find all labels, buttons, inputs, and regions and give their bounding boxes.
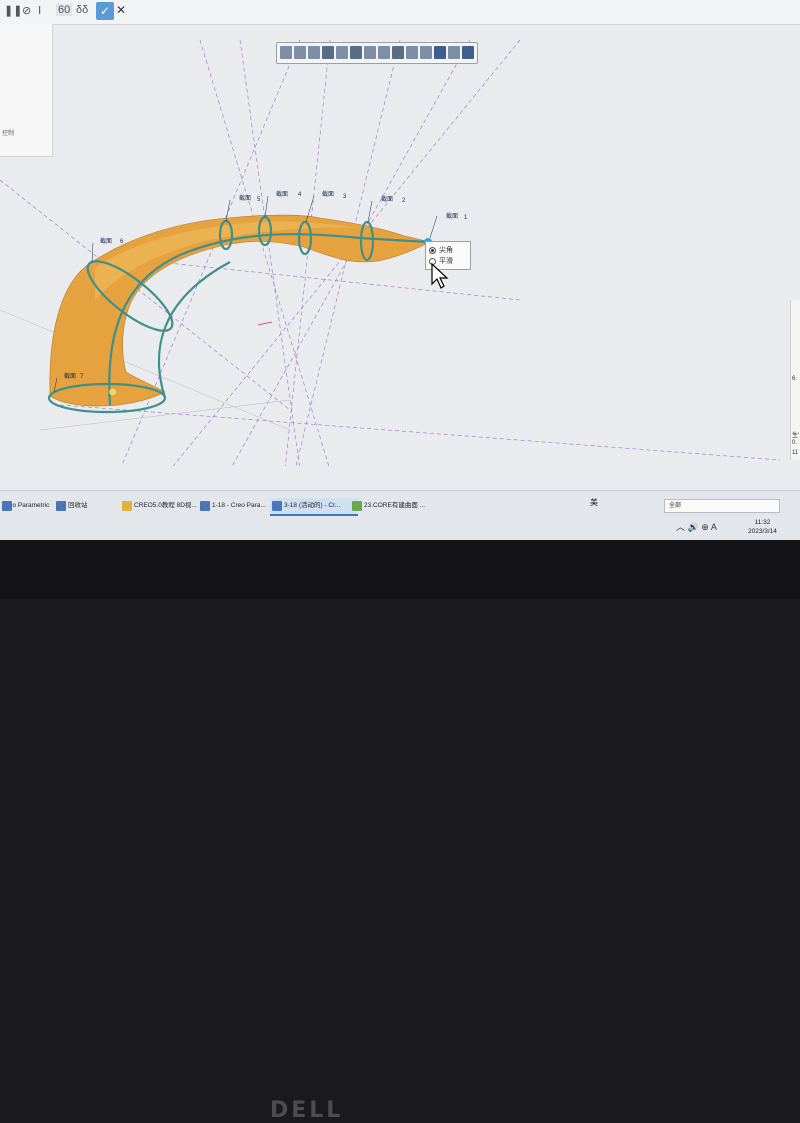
monitor-bezel: DELL (0, 540, 800, 1123)
taskbar-item-coreldraw[interactable]: 23.CORE有建曲面 ... (350, 498, 442, 514)
clock-time: 11:32 (754, 519, 771, 526)
cancel-button[interactable]: ✕ (116, 3, 126, 17)
taskbar-item-creo-window-2[interactable]: 3-18 (活动的) - Cr... (270, 498, 358, 516)
section-num-3: 3 (343, 194, 347, 200)
toolbar-glyph-4[interactable]: δδ (76, 4, 88, 16)
chevron-up-icon[interactable]: ︿ (676, 522, 685, 532)
menu-item-sharp[interactable]: 尖角 (429, 245, 453, 255)
taskbar-item-creo-window-1[interactable]: 1-18 - Creo Para... (198, 498, 280, 514)
section-tag-1: 截面 (446, 212, 458, 220)
taskbar-item-recycle-bin[interactable]: 回收站 (54, 498, 128, 514)
confirm-button[interactable]: ✓ (96, 2, 114, 20)
dashboard-toolbar: ❚❚ ⊘ Ⅰ 60 δδ ✓ ✕ (0, 0, 800, 25)
mouse-pointer-icon (431, 262, 449, 289)
toolbar-glyph-2[interactable]: Ⅰ (38, 4, 41, 17)
graphics-viewport[interactable]: 截面 1 截面 2 截面 3 截面 4 截面 5 截面 6 截面 7 (0, 36, 800, 466)
volume-icon[interactable]: 🔊 (688, 522, 699, 532)
csys-display-icon[interactable] (462, 46, 474, 59)
zoom-out-icon[interactable] (308, 46, 320, 59)
section-num-5: 5 (257, 197, 261, 203)
view-manager-icon[interactable] (378, 46, 390, 59)
section-tag-7: 截面 (64, 372, 76, 380)
menu-item-label: 尖角 (439, 247, 453, 254)
section-num-2: 2 (402, 198, 406, 204)
toolbar-glyph-3[interactable]: 60 (56, 4, 73, 16)
filter-dropdown[interactable]: 全部 (664, 499, 780, 513)
taskbar-clock[interactable]: 11:32 2023/3/14 (748, 518, 777, 536)
datum-display-icon[interactable] (420, 46, 432, 59)
repaint-icon[interactable] (322, 46, 334, 59)
section-num-6: 6 (120, 239, 124, 245)
coordinate-axes (257, 321, 273, 326)
appearance-icon[interactable] (406, 46, 418, 59)
display-style-icon[interactable] (350, 46, 362, 59)
network-icon[interactable]: ⊕ (701, 522, 709, 532)
graphics-toolbar (276, 42, 478, 64)
section-num-4: 4 (298, 192, 302, 198)
zoom-in-icon[interactable] (294, 46, 306, 59)
reorient-icon[interactable] (336, 46, 348, 59)
radio-icon[interactable] (429, 246, 436, 254)
annotation-display-icon[interactable] (434, 46, 446, 59)
side-panel-edge: 6. 生' 0. 11 (790, 300, 800, 460)
pause-icon[interactable]: ❚❚ (4, 4, 22, 17)
system-tray: ︿ 🔊 ⊕ A (676, 520, 717, 533)
section-tag-6: 截面 (100, 237, 112, 245)
section-tag-3: 截面 (322, 190, 334, 198)
clock-date: 2023/3/14 (748, 528, 777, 535)
spin-center-icon[interactable] (448, 46, 460, 59)
perspective-icon[interactable] (392, 46, 404, 59)
taskbar-item-creo[interactable]: Creo Parametric (0, 498, 54, 514)
section-tag-2: 截面 (381, 195, 393, 203)
ime-indicator[interactable]: 美 (590, 497, 598, 508)
ime-mode-icon[interactable]: A (711, 522, 717, 532)
section-num-1: 1 (464, 215, 468, 221)
toolbar-glyph-1[interactable]: ⊘ (22, 4, 31, 17)
brand-logo: DELL (270, 1098, 344, 1123)
screen: ❚❚ ⊘ Ⅰ 60 δδ ✓ ✕ 控制 截面 1 截面 2 截面 3 截面 4 … (0, 0, 800, 540)
taskbar-item-tutorial-folder[interactable]: CREO5.0教程 8D视... (120, 498, 206, 514)
refit-icon[interactable] (280, 46, 292, 59)
saved-views-icon[interactable] (364, 46, 376, 59)
section-tag-5: 截面 (239, 194, 251, 202)
section-tag-4: 截面 (276, 190, 288, 198)
